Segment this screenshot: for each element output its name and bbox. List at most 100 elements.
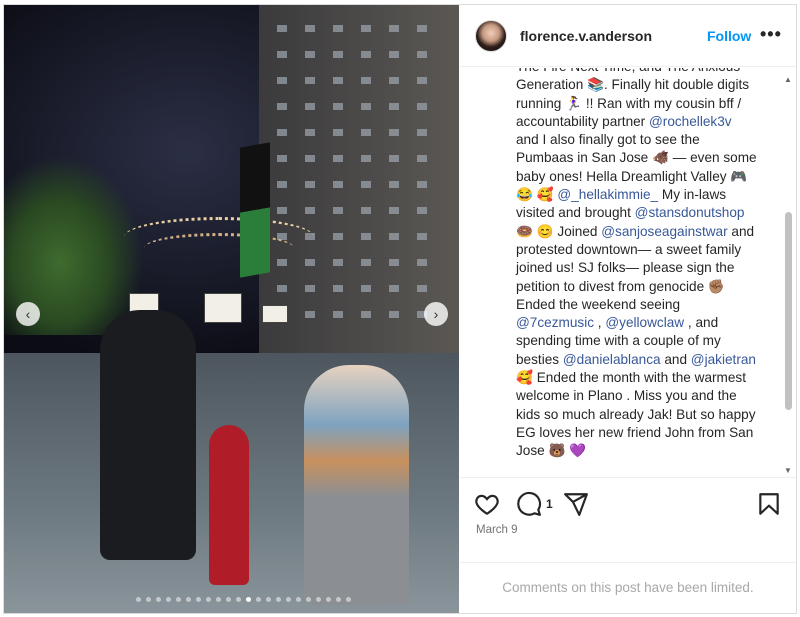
building-window — [389, 155, 399, 162]
caption-text: and — [660, 351, 691, 367]
caption-line: EG loves her new friend John from San — [516, 424, 766, 442]
building-window — [277, 285, 287, 292]
building-window — [361, 285, 371, 292]
building-window — [417, 25, 427, 32]
comment-count: 1 — [546, 497, 553, 511]
carousel-dot[interactable] — [266, 597, 271, 602]
carousel-dot[interactable] — [156, 597, 161, 602]
caption-scrollbar[interactable]: ▲ ▼ — [782, 71, 794, 475]
mention-link[interactable]: @danielablanca — [563, 352, 661, 367]
building-window — [305, 129, 315, 136]
caption-line: and I also finally got to see the — [516, 131, 766, 149]
carousel-dot[interactable] — [336, 597, 341, 602]
carousel-dot[interactable] — [316, 597, 321, 602]
caption-area[interactable]: The Fire Next Time, and The Anxious Gener… — [460, 68, 796, 478]
building-window — [417, 233, 427, 240]
carousel-dot[interactable] — [236, 597, 241, 602]
carousel-dot[interactable] — [146, 597, 151, 602]
carousel-dot[interactable] — [166, 597, 171, 602]
caption-text: EG loves her new friend John from San — [516, 424, 754, 440]
comments-limited-notice: Comments on this post have been limited. — [460, 562, 796, 612]
carousel-dot[interactable] — [296, 597, 301, 602]
photo-flag — [240, 142, 270, 278]
building-window — [277, 155, 287, 162]
post-header: florence.v.anderson Follow ••• — [460, 5, 796, 67]
building-window — [417, 129, 427, 136]
photo-person-child — [209, 425, 249, 585]
carousel-dot[interactable] — [216, 597, 221, 602]
scroll-down-icon[interactable]: ▼ — [784, 466, 792, 475]
building-window — [333, 285, 343, 292]
carousel-dot[interactable] — [226, 597, 231, 602]
carousel-dot[interactable] — [256, 597, 261, 602]
bookmark-icon[interactable] — [756, 491, 782, 517]
carousel-prev-button[interactable]: ‹ — [16, 302, 40, 326]
mention-link[interactable]: @stansdonutshop — [635, 205, 745, 220]
scrollbar-thumb[interactable] — [785, 212, 792, 410]
caption-text: 😂 🥰 — [516, 187, 558, 203]
share-icon[interactable] — [563, 491, 589, 517]
building-window — [361, 103, 371, 110]
building-window — [333, 207, 343, 214]
heart-icon[interactable] — [474, 491, 500, 517]
building-window — [277, 77, 287, 84]
caption-text: welcome in Plano . Miss you and the — [516, 388, 737, 404]
mention-link[interactable]: @sanjoseagainstwar — [601, 224, 727, 239]
caption-line: besties @danielablanca and @jakietran — [516, 351, 766, 369]
scroll-up-icon[interactable]: ▲ — [784, 75, 792, 84]
building-window — [333, 77, 343, 84]
building-window — [361, 181, 371, 188]
mention-link[interactable]: @7cezmusic — [516, 315, 594, 330]
building-window — [361, 51, 371, 58]
carousel-dot[interactable] — [346, 597, 351, 602]
carousel-dot[interactable] — [176, 597, 181, 602]
carousel-dot[interactable] — [206, 597, 211, 602]
caption-text: petition to divest from genocide ✊🏽 — [516, 278, 725, 294]
caption-line: 🍩 😊 Joined @sanjoseagainstwar and — [516, 223, 766, 241]
caption-text: The Fire Next Time, and The Anxious — [516, 68, 740, 74]
caption-text: My in-laws — [658, 187, 727, 203]
carousel-dot[interactable] — [196, 597, 201, 602]
building-window — [361, 155, 371, 162]
mention-link[interactable]: @rochellek3v — [649, 114, 732, 129]
carousel-dot[interactable] — [246, 597, 251, 602]
carousel-dot[interactable] — [136, 597, 141, 602]
more-icon[interactable]: ••• — [760, 24, 782, 45]
carousel-dot[interactable] — [276, 597, 281, 602]
building-window — [389, 181, 399, 188]
caption-line: spending time with a couple of my — [516, 332, 766, 350]
follow-button[interactable]: Follow — [707, 28, 751, 44]
building-window — [417, 51, 427, 58]
carousel-dot[interactable] — [326, 597, 331, 602]
building-window — [333, 129, 343, 136]
caption-text: protested downtown— a sweet family — [516, 241, 742, 257]
caption-line: Pumbaas in San Jose 🐗 — even some — [516, 149, 766, 167]
building-window — [333, 233, 343, 240]
carousel-dot[interactable] — [186, 597, 191, 602]
building-window — [417, 207, 427, 214]
post-caption: The Fire Next Time, and The Anxious Gener… — [516, 68, 766, 461]
building-window — [277, 25, 287, 32]
caption-line: visited and brought @stansdonutshop — [516, 204, 766, 222]
username[interactable]: florence.v.anderson — [520, 28, 652, 44]
caption-text: , and — [684, 315, 719, 331]
mention-link[interactable]: @_hellakimmie_ — [557, 187, 658, 202]
mention-link[interactable]: @jakietran — [691, 352, 756, 367]
carousel-next-button[interactable]: › — [424, 302, 448, 326]
building-window — [389, 207, 399, 214]
mention-link[interactable]: @yellowclaw — [605, 315, 684, 330]
post-photo[interactable]: ‹ › — [4, 5, 459, 613]
building-window — [305, 103, 315, 110]
caption-text: and — [727, 223, 755, 239]
carousel-dot[interactable] — [306, 597, 311, 602]
photo-building — [259, 5, 459, 385]
caption-line: welcome in Plano . Miss you and the — [516, 387, 766, 405]
caption-line: kids so much already Jak! But so happy — [516, 406, 766, 424]
comment-icon[interactable] — [516, 491, 542, 517]
building-window — [305, 207, 315, 214]
building-window — [305, 155, 315, 162]
building-window — [389, 25, 399, 32]
building-window — [333, 181, 343, 188]
carousel-dot[interactable] — [286, 597, 291, 602]
avatar[interactable] — [475, 20, 507, 52]
